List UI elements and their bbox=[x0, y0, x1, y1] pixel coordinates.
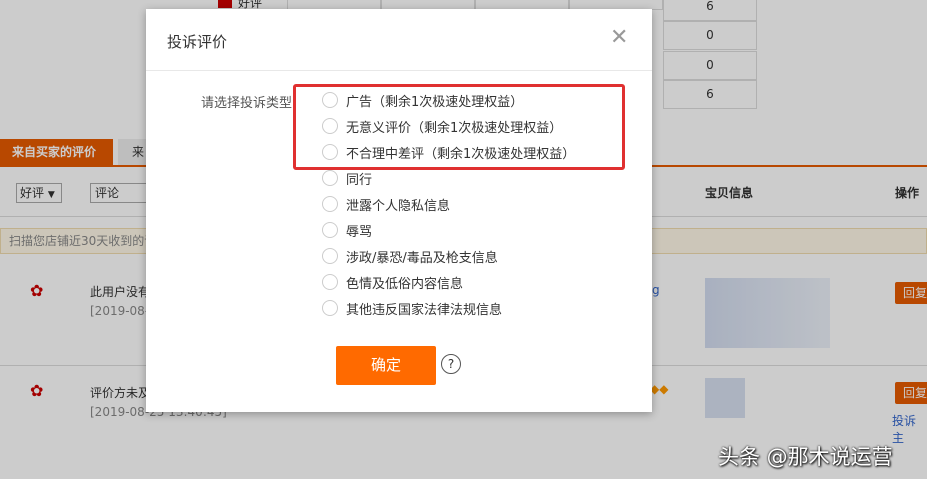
option-label: 泄露个人隐私信息 bbox=[346, 198, 451, 214]
option-label: 色情及低俗内容信息 bbox=[346, 276, 464, 292]
close-icon[interactable]: ✕ bbox=[610, 25, 628, 50]
option-porn[interactable]: 色情及低俗内容信息 bbox=[322, 272, 463, 292]
option-abuse[interactable]: 辱骂 bbox=[322, 220, 372, 240]
option-competitor[interactable]: 同行 bbox=[322, 168, 372, 188]
option-privacy[interactable]: 泄露个人隐私信息 bbox=[322, 194, 450, 214]
dialog-divider bbox=[146, 70, 652, 71]
highlight-box bbox=[293, 84, 625, 170]
option-label: 涉政/暴恐/毒品及枪支信息 bbox=[346, 250, 498, 266]
option-label: 其他违反国家法律法规信息 bbox=[346, 302, 503, 318]
option-political[interactable]: 涉政/暴恐/毒品及枪支信息 bbox=[322, 246, 498, 266]
watermark: 头条 @那木说运营 bbox=[718, 445, 893, 469]
radio-icon[interactable] bbox=[322, 196, 338, 212]
dialog-title: 投诉评价 bbox=[167, 33, 228, 51]
option-label: 辱骂 bbox=[346, 224, 373, 240]
type-prompt: 请选择投诉类型: bbox=[201, 96, 297, 111]
radio-icon[interactable] bbox=[322, 222, 338, 238]
radio-icon[interactable] bbox=[322, 248, 338, 264]
radio-icon[interactable] bbox=[322, 274, 338, 290]
radio-icon[interactable] bbox=[322, 170, 338, 186]
confirm-button[interactable]: 确定 bbox=[336, 346, 436, 385]
option-illegal[interactable]: 其他违反国家法律法规信息 bbox=[322, 298, 502, 318]
complaint-dialog: 投诉评价 ✕ 请选择投诉类型: 广告（剩余1次极速处理权益） 无意义评价（剩余1… bbox=[146, 9, 652, 412]
option-label: 同行 bbox=[346, 172, 373, 188]
help-icon[interactable]: ? bbox=[441, 354, 461, 374]
radio-icon[interactable] bbox=[322, 300, 338, 316]
